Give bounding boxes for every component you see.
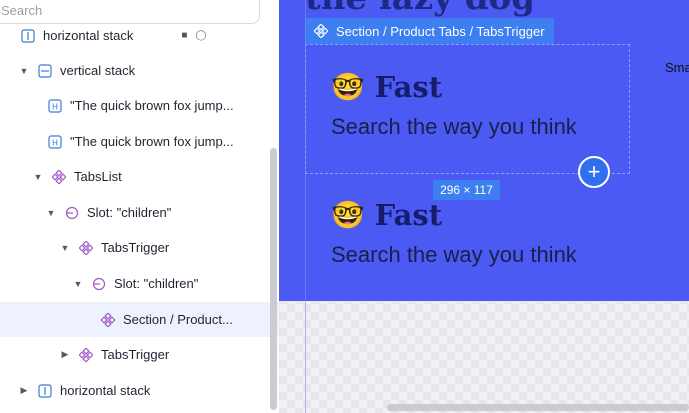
selection-breadcrumb[interactable]: Section / Product Tabs / TabsTrigger [305,18,554,44]
tree-row-label: horizontal stack [60,383,151,398]
component-icon [101,312,115,327]
chevron-down-icon[interactable]: ▼ [59,242,71,254]
section-frame[interactable]: the lazy dog 🤓 Fast Search the way you t… [279,0,689,301]
tree-row-label: horizontal stack [43,28,134,43]
card-title: Fast [374,198,443,232]
tree-row-label: Slot: "children" [87,205,172,220]
tree-row-horizontal-stack-bottom[interactable]: ▶ horizontal stack [0,373,279,408]
chevron-right-icon[interactable]: ▶ [59,349,71,361]
add-element-button[interactable]: + [578,156,610,188]
visibility-icon[interactable]: ◯ [195,30,206,41]
lock-icon[interactable]: ■ [181,30,187,41]
chevron-down-icon[interactable]: ▼ [32,171,44,183]
tree-row-label: TabsTrigger [101,240,170,255]
card-title-row: 🤓 Fast [331,198,577,232]
tree-row-section-product[interactable]: Section / Product... [0,302,279,337]
canvas-horizontal-scrollbar[interactable] [387,404,689,411]
heading-icon: H [48,134,62,149]
tree-row-tabstrigger-2[interactable]: ▶ TabsTrigger [0,337,279,372]
horizontal-stack-icon [21,28,35,43]
design-canvas[interactable]: the lazy dog 🤓 Fast Search the way you t… [279,0,689,413]
svg-text:H: H [52,138,58,147]
component-icon [79,347,93,362]
tree-row-horizontal-stack-top[interactable]: horizontal stack ■ ◯ [0,18,279,53]
slot-icon [65,206,79,220]
component-icon [79,240,93,255]
tree-row-heading-1[interactable]: H "The quick brown fox jump... [0,88,279,123]
horizontal-stack-icon [38,383,52,398]
chevron-down-icon[interactable]: ▼ [72,278,84,290]
layers-panel: Search horizontal stack ■ ◯ ▼ vertical s… [0,0,280,413]
tree-row-slot-children-2[interactable]: ▼ Slot: "children" [0,266,279,301]
tree-row-vertical-stack[interactable]: ▼ vertical stack [0,53,279,88]
chevron-right-icon[interactable]: ▶ [18,385,30,397]
layers-scrollbar[interactable] [270,148,277,410]
svg-text:H: H [52,102,58,111]
size-badge: 296 × 117 [433,180,500,200]
tree-row-tabslist[interactable]: ▼ TabsList [0,159,279,194]
tree-row-label: vertical stack [60,63,136,78]
partial-heading: the lazy dog [305,0,535,18]
tab-card[interactable]: 🤓 Fast Search the way you think [331,198,577,268]
tree-row-slot-children-1[interactable]: ▼ Slot: "children" [0,195,279,230]
card-subtitle: Search the way you think [331,242,577,267]
chevron-down-icon[interactable]: ▼ [18,65,30,77]
tree-row-label: "The quick brown fox jump... [70,134,234,149]
chevron-down-icon[interactable]: ▼ [45,207,57,219]
search-placeholder: Search [1,3,43,18]
component-icon [52,169,66,184]
slot-icon [92,277,106,291]
tree-row-label: "The quick brown fox jump... [70,98,234,113]
heading-icon: H [48,98,62,113]
tree-row-label: Slot: "children" [114,276,199,291]
selection-outline [305,44,630,174]
tree-row-tabstrigger-1[interactable]: ▼ TabsTrigger [0,230,279,265]
tree-row-label: TabsList [74,169,122,184]
tree-row-label: TabsTrigger [101,347,170,362]
alignment-guide [305,0,306,413]
breadcrumb-label: Section / Product Tabs / TabsTrigger [336,23,545,39]
nerd-emoji-icon: 🤓 [331,200,365,231]
offscreen-text: Sma [665,60,689,75]
vertical-stack-icon [38,63,52,78]
tree-row-heading-2[interactable]: H "The quick brown fox jump... [0,124,279,159]
tree-row-label: Section / Product... [123,312,233,327]
component-icon [314,24,328,38]
